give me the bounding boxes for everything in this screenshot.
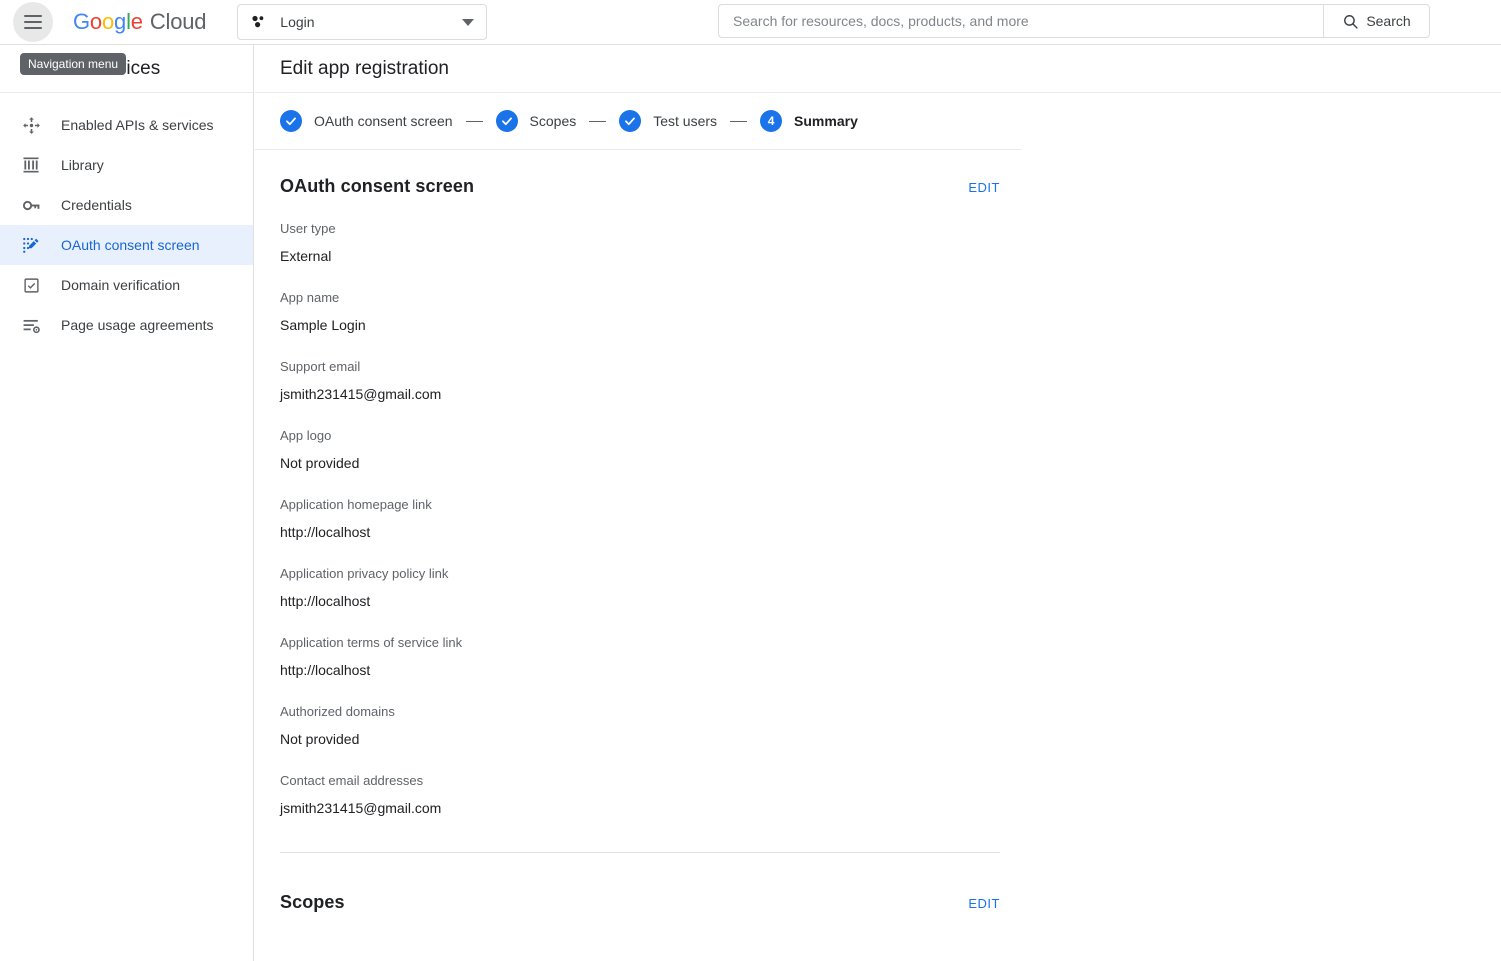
field-application-privacy-policy-link: Application privacy policy link http://l… (280, 565, 1255, 611)
field-support-email: Support email jsmith231415@gmail.com (280, 358, 1255, 404)
hamburger-icon[interactable] (13, 2, 53, 42)
hamburger-bar (24, 15, 42, 17)
section-title: Scopes (280, 892, 345, 912)
logo-letter: e (130, 9, 143, 34)
check-icon (495, 110, 518, 132)
sidebar-item-label: Library (61, 157, 104, 173)
field-value: jsmith231415@gmail.com (280, 386, 442, 402)
stepper-connector (730, 120, 748, 122)
logo-letter: G (73, 9, 90, 34)
logo-letter: o (101, 9, 115, 34)
navigation-menu-tooltip: Navigation menu (20, 53, 127, 75)
stepper-step-label: OAuth consent screen (314, 113, 453, 129)
top-app-bar: Google Cloud Login Search (0, 0, 1501, 45)
search-button-label: Search (1366, 13, 1411, 29)
stepper-connector (465, 120, 483, 122)
field-application-terms-of-service-link: Application terms of service link http:/… (280, 634, 1255, 680)
sidebar-item-label: Page usage agreements (61, 317, 214, 333)
chevron-down-icon (462, 18, 475, 26)
field-label: Application homepage link (280, 497, 432, 512)
field-label: Authorized domains (280, 704, 395, 719)
field-value: External (280, 248, 332, 264)
wizard-stepper: OAuth consent screen Scopes Test users 4… (255, 93, 1021, 150)
field-label: App name (280, 290, 340, 305)
step-number-badge: 4 (760, 110, 783, 132)
sidebar-item-enabled-apis[interactable]: Enabled APIs & services (0, 105, 253, 145)
field-label: App logo (280, 428, 332, 443)
search-input-container[interactable] (718, 4, 1323, 38)
summary-content: OAuth consent screen EDIT User type Exte… (255, 150, 1255, 913)
field-application-homepage-link: Application homepage link http://localho… (280, 496, 1255, 542)
check-glyph (501, 117, 512, 126)
sidebar-item-page-usage-agreements[interactable]: Page usage agreements (0, 305, 253, 345)
field-value: http://localhost (280, 524, 371, 540)
library-icon (19, 153, 43, 177)
field-label: Contact email addresses (280, 773, 424, 788)
field-label: Application terms of service link (280, 635, 463, 650)
stepper-step-label: Scopes (529, 113, 577, 129)
sidebar-item-label: Domain verification (61, 277, 181, 293)
field-value: Not provided (280, 455, 360, 471)
project-selector-value: Login (280, 14, 315, 30)
sidebar-item-credentials[interactable]: Credentials (0, 185, 253, 225)
stepper-step-label: Test users (653, 113, 718, 129)
consent-screen-icon (19, 233, 43, 257)
check-glyph (286, 117, 296, 126)
search-icon (1344, 14, 1358, 29)
hamburger-bar (24, 27, 42, 29)
logo-letter: g (114, 9, 127, 34)
section-header-oauth-consent-screen: OAuth consent screen EDIT (280, 176, 1000, 197)
hamburger-bar (24, 21, 42, 23)
field-label: User type (280, 221, 336, 236)
sidebar: APIs & Services Enabled APIs & services (0, 45, 254, 961)
api-icon (19, 113, 43, 137)
sidebar-item-library[interactable]: Library (0, 145, 253, 185)
stepper-connector (589, 120, 607, 122)
check-icon (280, 110, 302, 132)
project-dots-icon (252, 15, 264, 28)
edit-oauth-consent-screen-button[interactable]: EDIT (968, 176, 1000, 195)
sidebar-item-label: Enabled APIs & services (61, 117, 214, 133)
check-icon (619, 110, 642, 132)
list-gear-icon (19, 313, 43, 337)
section-divider (280, 852, 1000, 853)
field-contact-email-addresses: Contact email addresses jsmith231415@gma… (280, 772, 1255, 818)
sidebar-item-label: Credentials (61, 197, 132, 213)
checkbox-icon (19, 273, 43, 297)
project-selector[interactable]: Login (237, 4, 488, 40)
sidebar-item-domain-verification[interactable]: Domain verification (0, 265, 253, 305)
google-cloud-logo[interactable]: Google Cloud (73, 9, 206, 35)
field-value: Sample Login (280, 317, 366, 333)
stepper-step-scopes[interactable]: Scopes (495, 110, 577, 132)
stepper-step-test-users[interactable]: Test users (619, 110, 717, 132)
field-app-name: App name Sample Login (280, 289, 1255, 335)
main-content: Edit app registration OAuth consent scre… (255, 45, 1501, 961)
page-title: Edit app registration (255, 45, 1501, 93)
stepper-step-summary[interactable]: 4 Summary (760, 110, 858, 132)
field-value: Not provided (280, 731, 360, 747)
check-glyph (625, 117, 636, 126)
edit-scopes-button[interactable]: EDIT (968, 892, 1000, 911)
search-button[interactable]: Search (1323, 4, 1430, 38)
global-search: Search (718, 4, 1501, 38)
sidebar-nav-list: Enabled APIs & services Library Credenti… (0, 93, 253, 345)
field-value: jsmith231415@gmail.com (280, 800, 442, 816)
stepper-step-oauth-consent-screen[interactable]: OAuth consent screen (280, 110, 453, 132)
field-label: Support email (280, 359, 361, 374)
sidebar-item-label: OAuth consent screen (61, 237, 200, 253)
stepper-step-label: Summary (794, 113, 858, 129)
field-app-logo: App logo Not provided (280, 427, 1255, 473)
field-authorized-domains: Authorized domains Not provided (280, 703, 1255, 749)
field-value: http://localhost (280, 593, 371, 609)
section-title: OAuth consent screen (280, 176, 475, 196)
section-header-scopes: Scopes EDIT (280, 892, 1000, 913)
field-label: Application privacy policy link (280, 566, 449, 581)
key-icon (19, 193, 43, 217)
logo-suffix: Cloud (149, 9, 207, 34)
field-user-type: User type External (280, 220, 1255, 266)
logo-letter: o (89, 9, 102, 34)
search-input[interactable] (733, 13, 1309, 29)
sidebar-item-oauth-consent-screen[interactable]: OAuth consent screen (0, 225, 253, 265)
field-value: http://localhost (280, 662, 371, 678)
